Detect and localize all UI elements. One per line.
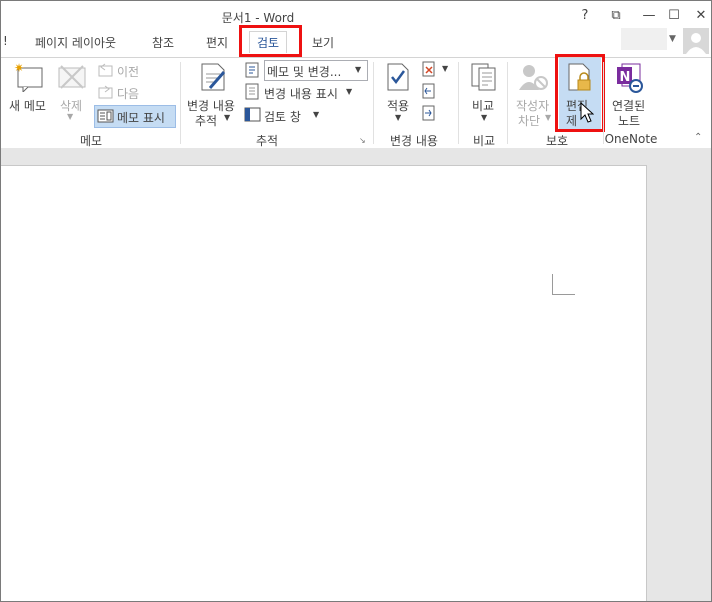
restrict-editing-button[interactable]: 편집 제 [559,58,601,130]
show-comments-button[interactable]: 메모 표시 [94,105,176,128]
reject-chevron-icon: ▼ [442,64,449,73]
group-label-onenote: OneNote [604,132,658,146]
margin-corner-mark [552,274,575,295]
word-window: 문서1 - Word ? ⧉ — ☐ ✕ ! 페이지 레이아웃 참조 편지 검토… [0,0,712,602]
ribbon-tabs: ! 페이지 레이아웃 참조 편지 검토 보기 ▼ [1,28,711,57]
account-name-area[interactable] [621,28,667,50]
show-comments-icon [97,109,114,123]
markup-icon [245,62,259,78]
ribbon: ✷ 새 메모 삭제 ▼ 이전 다음 메모 표시 메모 변경 내용 추적 ▼ 메모… [1,54,711,149]
tab-mailings[interactable]: 편지 [206,34,228,51]
delete-dropdown-icon: ▼ [67,112,74,121]
block-authors-icon [519,65,548,90]
group-label-tracking: 추적 [255,134,279,148]
group-separator [180,62,181,144]
mouse-pointer-icon [580,102,594,123]
tab-review[interactable]: 검토 [249,31,288,53]
review-pane-chevron-icon: ▼ [313,110,320,119]
restrict-editing-icon [568,63,591,91]
tab-home-partial[interactable]: ! [3,34,8,48]
next-comment-icon [98,85,113,99]
track-changes-icon [201,63,226,91]
previous-change-icon [422,83,435,99]
delete-comment-icon [58,65,86,89]
tab-page-layout[interactable]: 페이지 레이아웃 [35,34,116,51]
show-markup-chevron-icon: ▼ [346,87,353,96]
group-separator [373,62,374,144]
help-button[interactable]: ? [573,5,597,27]
avatar[interactable] [683,28,709,54]
compare-icon [471,63,496,91]
reviewing-pane-icon [244,107,261,122]
svg-text:✷: ✷ [14,62,24,75]
dialog-launcher-icon[interactable]: ↘ [359,136,366,145]
group-separator [507,62,508,144]
group-label-changes: 변경 내용 [390,134,438,148]
next-change-icon [422,105,435,121]
tab-references[interactable]: 참조 [152,34,174,51]
user-icon [686,33,706,54]
collapse-ribbon-icon[interactable]: ⌃ [694,132,702,143]
new-comment-icon: ✷ [14,62,43,92]
group-label-memo: 메모 [79,134,103,148]
group-label-protect: 보호 [545,134,569,148]
track-dropdown-icon: ▼ [224,113,231,122]
maximize-button[interactable]: ☐ [662,5,686,27]
minimize-button[interactable]: — [637,5,661,27]
group-separator [458,62,459,144]
previous-comment-icon [98,63,113,77]
reject-icon [422,61,435,77]
accept-dropdown-icon: ▼ [395,113,402,122]
account-chevron-icon[interactable]: ▼ [669,34,676,44]
tab-view[interactable]: 보기 [312,34,334,51]
chevron-down-icon: ▼ [355,65,362,74]
group-label-compare: 비교 [472,134,496,148]
accept-icon [387,63,409,91]
onenote-icon: N [617,63,643,93]
document-page[interactable] [1,165,647,601]
block-authors-chevron-icon: ▼ [545,113,552,122]
compare-dropdown-icon: ▼ [481,113,488,122]
ribbon-display-button[interactable]: ⧉ [604,5,628,27]
show-markup-icon [245,83,259,100]
markup-select[interactable]: 메모 및 변경... ▼ [264,60,368,81]
close-button[interactable]: ✕ [689,5,711,27]
title-bar: 문서1 - Word ? ⧉ — ☐ ✕ [1,1,711,31]
document-workspace [1,148,711,601]
svg-text:N: N [620,70,631,85]
window-title: 문서1 - Word [221,11,295,25]
